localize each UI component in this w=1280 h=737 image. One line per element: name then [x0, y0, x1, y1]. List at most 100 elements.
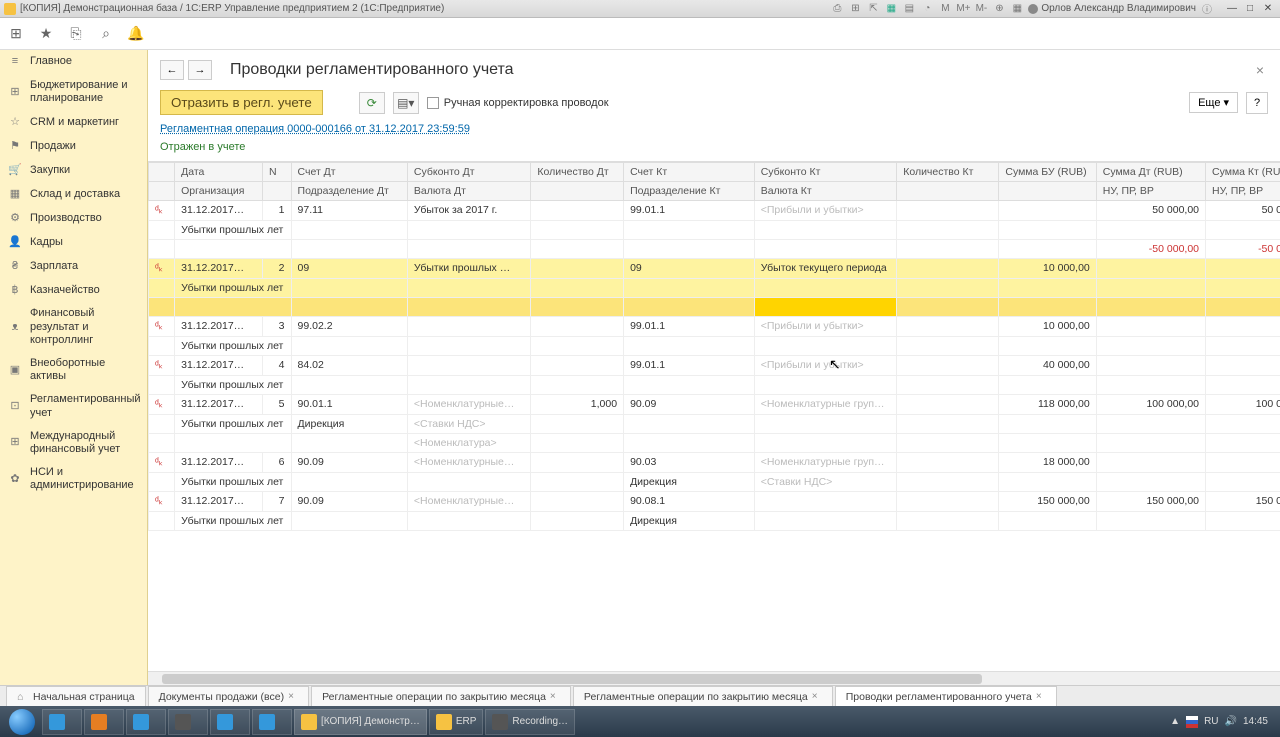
column-header[interactable] [531, 182, 624, 201]
lang-indicator[interactable]: RU [1204, 716, 1218, 727]
clock[interactable]: 14:45 [1243, 716, 1268, 727]
manual-correction-checkbox[interactable]: Ручная корректировка проводок [427, 97, 609, 109]
column-header[interactable]: Субконто Кт [754, 163, 897, 182]
column-header[interactable]: Счет Дт [291, 163, 407, 182]
zoom-icon[interactable]: ⊕ [992, 2, 1006, 16]
settings-dropdown[interactable]: ▤▾ [393, 92, 419, 114]
sidebar-item-6[interactable]: ⚙Производство [0, 206, 147, 230]
column-header[interactable] [149, 182, 175, 201]
sidebar-item-3[interactable]: ⚑Продажи [0, 134, 147, 158]
calendar-icon[interactable]: ▤ [902, 2, 916, 16]
horizontal-scrollbar[interactable] [148, 671, 1280, 685]
tab-close-icon[interactable]: × [288, 691, 298, 702]
taskbar-item-5[interactable] [252, 709, 292, 735]
column-header[interactable]: НУ, ПР, ВР [1096, 182, 1205, 201]
table-row[interactable]: ᵈₖ 31.12.2017…790.09 <Номенклатурные… 90… [149, 492, 1280, 512]
column-header[interactable]: НУ, ПР, ВР [1206, 182, 1280, 201]
save-icon[interactable]: ⊞ [848, 2, 862, 16]
more-button[interactable]: Еще▾ [1189, 92, 1238, 113]
clock-icon[interactable]: ◔ [920, 2, 934, 16]
tab-close-icon[interactable]: × [550, 691, 560, 702]
help-button[interactable]: ? [1246, 92, 1268, 114]
table-row-sub[interactable]: -50 000,00-50 000,00 [149, 240, 1280, 259]
maximize-button[interactable]: □ [1242, 2, 1258, 16]
column-header[interactable] [897, 182, 999, 201]
mplus-icon[interactable]: M+ [956, 2, 970, 16]
column-header[interactable]: Дата [175, 163, 263, 182]
reflect-button[interactable]: Отразить в регл. учете [160, 90, 323, 115]
sidebar-item-5[interactable]: ▦Склад и доставка [0, 182, 147, 206]
operation-link[interactable]: Регламентная операция 0000-000166 от 31.… [148, 121, 1280, 137]
link-icon[interactable]: ⇱ [866, 2, 880, 16]
clipboard-icon[interactable]: ⎘ [68, 26, 84, 42]
sidebar-item-11[interactable]: ▣Внеоборотные активы [0, 352, 147, 388]
table-row-sub[interactable]: Убытки прошлых лет Дирекция [149, 512, 1280, 531]
sidebar-item-13[interactable]: ⊞Международный финансовый учет [0, 425, 147, 461]
tab-1[interactable]: Документы продажи (все)× [148, 686, 310, 706]
column-header[interactable]: Подразделение Дт [291, 182, 407, 201]
nav-back-button[interactable]: ← [160, 60, 184, 80]
table-row-sub[interactable]: Убытки прошлых лет [149, 279, 1280, 298]
bell-icon[interactable]: 🔔 [128, 26, 144, 42]
table-row[interactable]: ᵈₖ 31.12.2017…197.11 Убыток за 2017 г. 9… [149, 201, 1280, 221]
column-header[interactable]: Количество Кт [897, 163, 999, 182]
tab-2[interactable]: Регламентные операции по закрытию месяца… [311, 686, 571, 706]
table-row-sub[interactable]: Убытки прошлых лет [149, 221, 1280, 240]
table-row-sub[interactable]: Убытки прошлых лет Дирекция <Ставки НДС> [149, 473, 1280, 492]
table-row-sub[interactable] [149, 298, 1280, 317]
column-header[interactable]: Подразделение Кт [624, 182, 755, 201]
sidebar-item-8[interactable]: ₴Зарплата [0, 254, 147, 278]
close-button[interactable]: ✕ [1260, 2, 1276, 16]
taskbar-item-6[interactable]: [КОПИЯ] Демонстр… [294, 709, 427, 735]
taskbar-item-2[interactable] [126, 709, 166, 735]
tab-close-icon[interactable]: × [1036, 691, 1046, 702]
table-row[interactable]: ᵈₖ 31.12.2017…399.02.2 99.01.1 <Прибыли … [149, 317, 1280, 337]
column-header[interactable]: Сумма БУ (RUB) [999, 163, 1096, 182]
tab-4[interactable]: Проводки регламентированного учета× [835, 686, 1057, 706]
sidebar-item-10[interactable]: ᴥФинансовый результат и контроллинг [0, 302, 147, 352]
minimize-button[interactable]: — [1224, 2, 1240, 16]
tab-0[interactable]: ⌂Начальная страница [6, 686, 146, 706]
column-header[interactable]: Валюта Дт [407, 182, 531, 201]
column-header[interactable]: Количество Дт [531, 163, 624, 182]
search-icon[interactable]: ⌕ [98, 26, 114, 42]
refresh-button[interactable]: ⟳ [359, 92, 385, 114]
tab-close-icon[interactable]: × [812, 691, 822, 702]
sidebar-item-12[interactable]: ⊡Регламентированный учет [0, 388, 147, 424]
table-wrapper[interactable]: ДатаNСчет ДтСубконто ДтКоличество ДтСчет… [148, 161, 1280, 671]
column-header[interactable]: Организация [175, 182, 263, 201]
mminus-icon[interactable]: M- [974, 2, 988, 16]
print-icon[interactable]: ⎙ [830, 2, 844, 16]
start-button[interactable] [4, 708, 40, 736]
sidebar-item-4[interactable]: 🛒Закупки [0, 158, 147, 182]
sidebar-item-0[interactable]: ≡Главное [0, 50, 147, 74]
column-header[interactable]: Сумма Кт (RUB) [1206, 163, 1280, 182]
column-header[interactable]: N [263, 163, 292, 182]
page-close-button[interactable]: × [1252, 62, 1268, 78]
table-row[interactable]: ᵈₖ 31.12.2017…690.09 <Номенклатурные… 90… [149, 453, 1280, 473]
apps-icon[interactable]: ⊞ [8, 26, 24, 42]
column-header[interactable] [149, 163, 175, 182]
favorite-icon[interactable]: ★ [38, 26, 54, 42]
tab-3[interactable]: Регламентные операции по закрытию месяца… [573, 686, 833, 706]
column-header[interactable]: Сумма Дт (RUB) [1096, 163, 1205, 182]
system-tray[interactable]: ▲ RU 🔊 14:45 [1170, 716, 1276, 728]
column-header[interactable]: Счет Кт [624, 163, 755, 182]
table-row-sub[interactable]: Убытки прошлых лет [149, 337, 1280, 356]
column-header[interactable] [263, 182, 292, 201]
taskbar-item-4[interactable] [210, 709, 250, 735]
nav-forward-button[interactable]: → [188, 60, 212, 80]
sidebar-item-1[interactable]: ⊞Бюджетирование и планирование [0, 74, 147, 110]
table-row-sub[interactable]: Убытки прошлых лет [149, 376, 1280, 395]
sidebar-item-9[interactable]: ฿Казначейство [0, 278, 147, 302]
info-icon[interactable]: ⓘ [1200, 2, 1214, 16]
m-icon[interactable]: M [938, 2, 952, 16]
sidebar-item-7[interactable]: 👤Кадры [0, 230, 147, 254]
taskbar-item-8[interactable]: Recording… [485, 709, 575, 735]
table-row[interactable]: ᵈₖ 31.12.2017…590.01.1 <Номенклатурные… … [149, 395, 1280, 415]
table-row-sub[interactable]: <Номенклатура> [149, 434, 1280, 453]
sidebar-item-2[interactable]: ☆CRM и маркетинг [0, 110, 147, 134]
taskbar-item-0[interactable] [42, 709, 82, 735]
calc-icon[interactable]: ▦ [884, 2, 898, 16]
table-row-sub[interactable]: Убытки прошлых летДирекция <Ставки НДС> [149, 415, 1280, 434]
